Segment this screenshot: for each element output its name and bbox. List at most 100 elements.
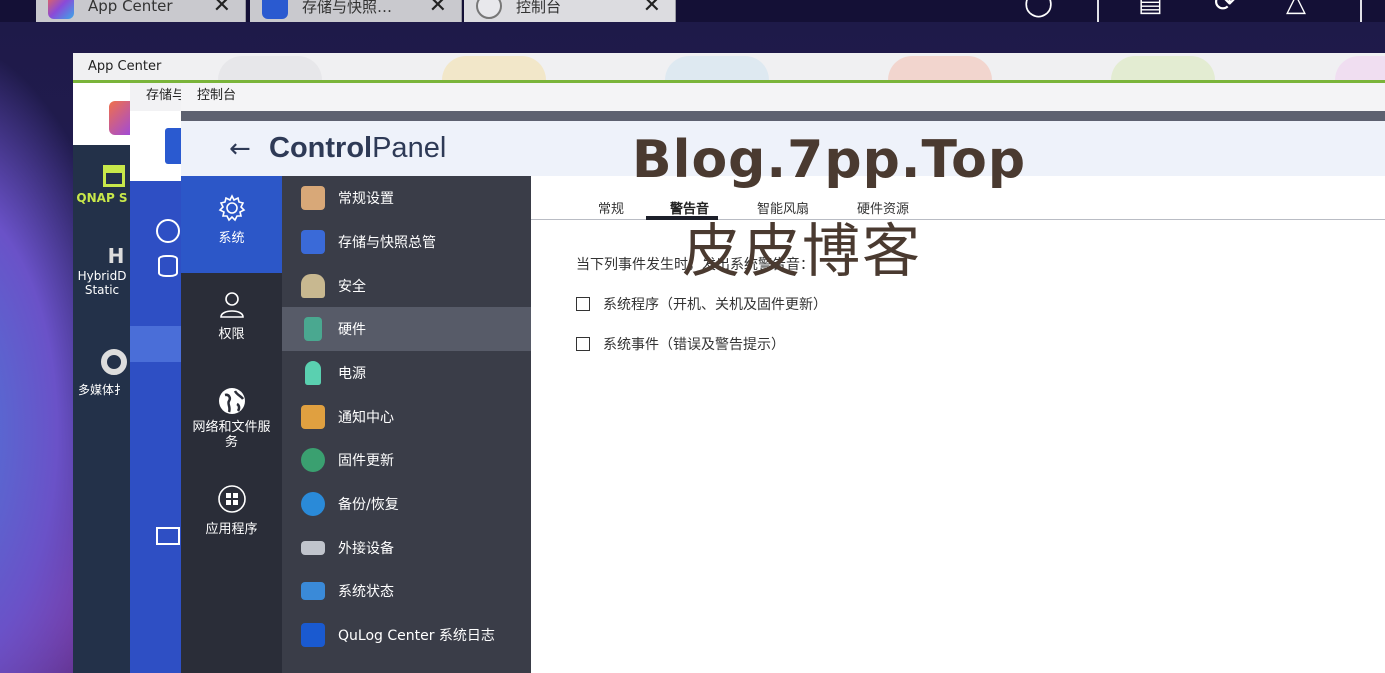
nav-item-apps[interactable]: 应用程序 xyxy=(181,484,282,564)
option-label: 系统事件（错误及警告提示） xyxy=(603,337,785,353)
external-device-icon xyxy=(301,541,325,555)
menu-item-power[interactable]: 电源 xyxy=(282,351,531,395)
app-center-sidebar: QNAP S H HybridD Static 多媒体扌 xyxy=(73,145,131,673)
category-nav: 系统 权限 网络和文件服务 应用程序 xyxy=(181,176,282,673)
taskbar-tab-control-panel[interactable]: 控制台 ✕ xyxy=(464,0,676,22)
menu-item-label: 固件更新 xyxy=(338,453,394,469)
general-settings-icon xyxy=(301,186,325,210)
close-icon[interactable]: ✕ xyxy=(213,0,231,19)
storage-nav-highlight[interactable] xyxy=(130,326,182,362)
notification-bell-icon xyxy=(301,405,325,429)
taskbar-tab-storage[interactable]: 存储与快照… ✕ xyxy=(250,0,462,22)
taskbar-tab-label: 控制台 xyxy=(516,0,562,16)
option-system-event[interactable]: 系统事件（错误及警告提示） xyxy=(576,334,785,354)
refresh-icon[interactable]: ⟳ xyxy=(1214,0,1236,18)
app-tile[interactable] xyxy=(218,56,322,80)
taskbar: App Center ✕ 存储与快照… ✕ 控制台 ✕ ◯ ▤ ⟳ △ xyxy=(0,0,1385,22)
menu-item-label: QuLog Center 系统日志 xyxy=(338,628,495,644)
gear-icon xyxy=(218,194,245,222)
nav-item-label: 应用程序 xyxy=(205,522,258,537)
content-pane: 常规 警告音 智能风扇 硬件资源 当下列事件发生时，发出系统警告音： 系统程序（… xyxy=(531,176,1385,673)
title-bar-stripe xyxy=(181,111,1385,121)
menu-item-notification[interactable]: 通知中心 xyxy=(282,395,531,439)
snapshot-icon[interactable] xyxy=(156,527,180,545)
menu-item-label: 备份/恢复 xyxy=(338,497,399,513)
sidebar-item-hybrid[interactable]: H HybridD Static xyxy=(73,244,131,297)
nav-item-network[interactable]: 网络和文件服务 xyxy=(181,386,282,466)
storage-icon xyxy=(301,230,325,254)
option-label: 系统程序（开机、关机及固件更新） xyxy=(603,297,827,313)
option-system-process[interactable]: 系统程序（开机、关机及固件更新） xyxy=(576,294,827,314)
backup-icon xyxy=(301,492,325,516)
divider xyxy=(1360,0,1362,22)
qnap-store-icon xyxy=(103,165,125,187)
menu-item-firmware[interactable]: 固件更新 xyxy=(282,438,531,482)
app-tile[interactable] xyxy=(442,56,546,80)
page-title-light: Panel xyxy=(372,132,447,164)
app-center-icon xyxy=(48,0,74,19)
menu-item-security[interactable]: 安全 xyxy=(282,264,531,308)
taskbar-tab-label: App Center xyxy=(88,0,173,15)
database-icon[interactable] xyxy=(158,255,178,277)
menu-item-qulog[interactable]: QuLog Center 系统日志 xyxy=(282,613,531,657)
settings-submenu: 常规设置 存储与快照总管 安全 硬件 电源 通知中心 固件更新 备份/恢复 外接… xyxy=(282,176,531,673)
menu-item-label: 常规设置 xyxy=(338,191,394,207)
menu-item-hardware[interactable]: 硬件 xyxy=(282,307,531,351)
tab-general[interactable]: 常规 xyxy=(598,198,624,217)
close-icon[interactable]: ✕ xyxy=(429,0,447,19)
menu-item-label: 存储与快照总管 xyxy=(338,235,436,251)
watermark-text: Blog.7pp.Top xyxy=(632,130,1027,190)
taskbar-tab-app-center[interactable]: App Center ✕ xyxy=(36,0,246,22)
app-center-logo-area xyxy=(73,83,131,145)
menu-item-external[interactable]: 外接设备 xyxy=(282,526,531,570)
page-title-bold: Control xyxy=(269,132,373,164)
nav-item-label: 权限 xyxy=(218,327,245,342)
window-title[interactable]: 控制台 xyxy=(181,83,1385,111)
page-title: ControlPanel xyxy=(269,132,446,165)
menu-item-label: 电源 xyxy=(338,366,366,382)
menu-item-general[interactable]: 常规设置 xyxy=(282,176,531,220)
sidebar-item-label: 多媒体扌 xyxy=(77,383,126,397)
divider xyxy=(1097,0,1099,22)
multimedia-icon xyxy=(101,349,127,375)
search-icon[interactable]: ◯ xyxy=(1024,0,1053,18)
taskbar-tab-label: 存储与快照… xyxy=(302,0,393,16)
sidebar-item-label: QNAP S xyxy=(76,191,128,205)
menu-item-storage[interactable]: 存储与快照总管 xyxy=(282,220,531,264)
notification-icon[interactable]: △ xyxy=(1286,0,1306,18)
storage-sidebar xyxy=(130,181,182,673)
sidebar-item-multimedia[interactable]: 多媒体扌 xyxy=(73,349,131,398)
firmware-icon xyxy=(301,448,325,472)
user-icon xyxy=(219,292,244,318)
power-bulb-icon xyxy=(305,361,321,385)
nav-item-privilege[interactable]: 权限 xyxy=(181,289,282,369)
app-tile[interactable] xyxy=(1111,56,1215,80)
qulog-icon xyxy=(301,623,325,647)
app-center-logo-icon xyxy=(109,101,131,135)
menu-item-status[interactable]: 系统状态 xyxy=(282,569,531,613)
sidebar-item-label: HybridD Static xyxy=(77,269,127,297)
nav-item-system[interactable]: 系统 xyxy=(181,176,282,273)
menu-item-label: 外接设备 xyxy=(338,541,394,557)
nav-item-label: 网络和文件服务 xyxy=(192,420,271,450)
menu-item-label: 硬件 xyxy=(338,322,366,338)
menu-item-label: 通知中心 xyxy=(338,410,394,426)
app-tile[interactable] xyxy=(888,56,992,80)
menu-item-backup[interactable]: 备份/恢复 xyxy=(282,482,531,526)
hardware-icon xyxy=(304,317,322,341)
watermark-text-cn: 皮皮博客 xyxy=(682,217,923,285)
app-tile[interactable] xyxy=(665,56,769,80)
task-list-icon[interactable]: ▤ xyxy=(1138,0,1163,18)
hybrid-desk-icon: H xyxy=(107,244,125,268)
apps-icon xyxy=(217,485,246,513)
back-arrow-icon[interactable]: ← xyxy=(229,134,269,164)
checkbox[interactable] xyxy=(576,297,590,311)
checkbox[interactable] xyxy=(576,337,590,351)
sidebar-item-qnap[interactable]: QNAP S xyxy=(73,165,131,205)
globe-icon xyxy=(218,388,245,414)
close-icon[interactable]: ✕ xyxy=(643,0,661,19)
storage-icon xyxy=(262,0,288,19)
lock-icon xyxy=(301,274,325,298)
gear-icon xyxy=(476,0,502,19)
dashboard-icon[interactable] xyxy=(156,219,180,243)
